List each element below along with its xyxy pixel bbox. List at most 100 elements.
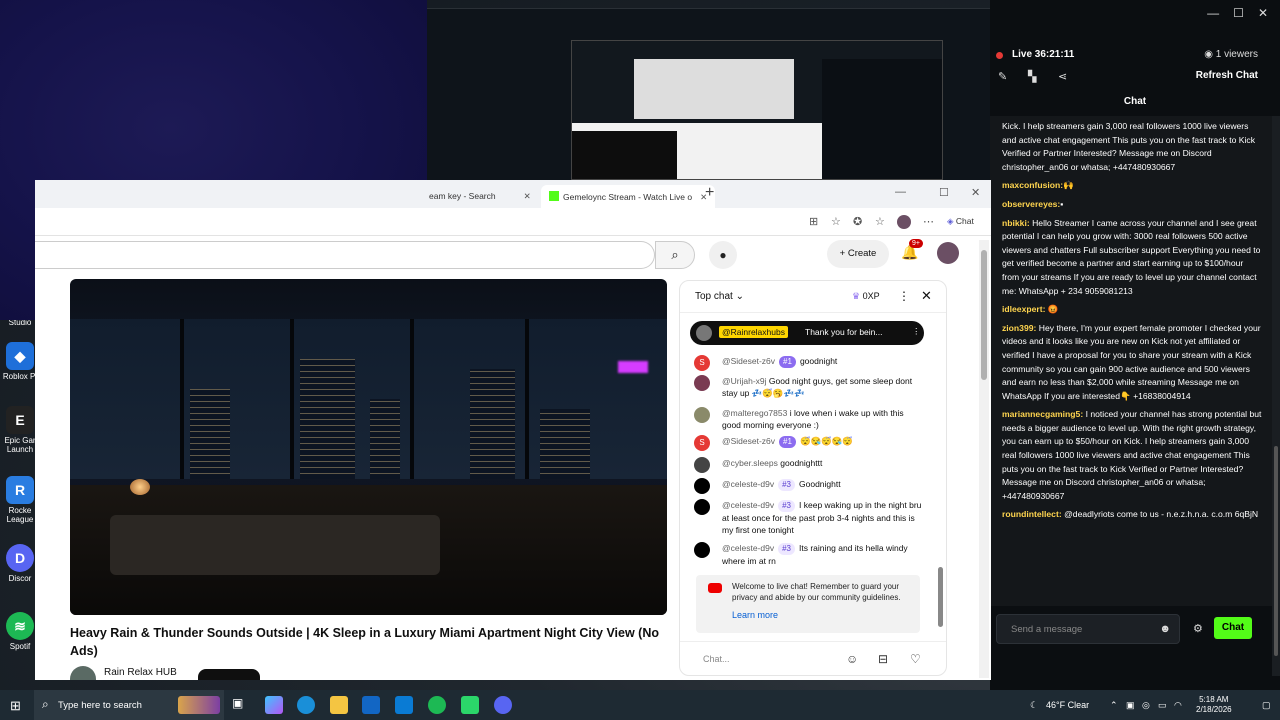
maximize-icon[interactable]: ☐	[939, 186, 949, 199]
new-tab-icon[interactable]: +	[705, 184, 714, 202]
news-widget-icon[interactable]	[178, 696, 220, 714]
gear-icon[interactable]: ⚙	[1193, 622, 1203, 635]
live-chat-username[interactable]: @cyber.sleeps	[722, 458, 778, 468]
avatar[interactable]: S	[694, 435, 710, 451]
favorite-icon[interactable]: ☆	[831, 215, 841, 228]
minimize-icon[interactable]: —	[1207, 6, 1219, 28]
outlook-icon[interactable]	[395, 696, 413, 714]
microphone-icon[interactable]: ●	[709, 241, 737, 269]
weather-text[interactable]: 46°F Clear	[1046, 700, 1089, 710]
kick-chat-username[interactable]: idleexpert:	[1002, 304, 1045, 314]
kick-chat-username[interactable]: roundintellect:	[1002, 509, 1062, 519]
close-tab-icon[interactable]: ✕	[524, 191, 531, 201]
close-icon[interactable]: ✕	[921, 288, 932, 304]
copy-icon[interactable]: ▚	[1028, 70, 1036, 83]
discord-icon[interactable]	[494, 696, 512, 714]
network-icon[interactable]: ◠	[1174, 700, 1182, 711]
live-chat-username[interactable]: @celeste-d9v	[722, 500, 774, 510]
task-view-icon[interactable]: ▣	[232, 696, 250, 714]
refresh-chat-button[interactable]: Refresh Chat	[1196, 70, 1258, 81]
learn-more-link[interactable]: Learn more	[732, 610, 778, 621]
live-chat-username[interactable]: @celeste-d9v	[722, 479, 774, 489]
tab-search[interactable]: eam key - Search ✕	[421, 185, 539, 208]
weather-icon[interactable]: ☾	[1030, 700, 1038, 711]
live-chat-username[interactable]: @Sideset-z6v	[722, 356, 775, 366]
copilot-button[interactable]: ◈ Chat	[947, 216, 974, 227]
avatar[interactable]	[694, 457, 710, 473]
desktop-icon-discord[interactable]: D Discor	[2, 544, 38, 583]
live-chat-username[interactable]: @malterego7853	[722, 408, 787, 418]
live-chat-text: 😴😪😴😪😴	[799, 436, 853, 446]
windows-start-icon[interactable]: ⊞	[10, 698, 21, 714]
avatar[interactable]	[694, 499, 710, 515]
tab-stream[interactable]: Gemeloync Stream - Watch Live o ✕	[541, 185, 716, 208]
reader-icon[interactable]: ⊞	[809, 215, 818, 228]
desktop-icon-spotify[interactable]: ≋ Spotif	[2, 612, 38, 651]
heart-icon[interactable]: ♡	[910, 652, 921, 666]
kick-chat-username[interactable]: mariannecgaming5:	[1002, 409, 1083, 419]
avatar[interactable]	[694, 478, 710, 494]
copilot-icon[interactable]	[265, 696, 283, 714]
subscribe-button[interactable]	[198, 669, 260, 680]
more-options-icon[interactable]: ⋮	[898, 289, 910, 303]
avatar[interactable]	[694, 407, 710, 423]
kick-chat-message: zion399: Hey there, I'm your expert fema…	[1002, 322, 1262, 404]
minimize-icon[interactable]: —	[895, 186, 906, 198]
kick-app-icon[interactable]	[461, 696, 479, 714]
edge-icon[interactable]	[297, 696, 315, 714]
edit-icon[interactable]: ✎	[998, 70, 1007, 83]
super-chat-icon[interactable]: ⊟	[878, 652, 888, 666]
avatar[interactable]	[937, 242, 959, 264]
share-icon[interactable]: ⋖	[1058, 70, 1067, 83]
live-chat-input[interactable]: Chat... ☺ ⊟ ♡	[680, 641, 946, 675]
more-icon[interactable]: ⋯	[923, 215, 934, 228]
emoji-icon[interactable]: ☺	[846, 652, 858, 666]
close-icon[interactable]: ✕	[971, 186, 980, 199]
avatar[interactable]	[694, 375, 710, 391]
kick-chat-scrollbar[interactable]	[1272, 116, 1280, 676]
search-icon[interactable]: ⌕	[655, 241, 695, 269]
desktop-icon-rocket-league[interactable]: R Rocke League	[2, 476, 38, 524]
send-message-input[interactable]: Send a message ☻	[996, 614, 1180, 644]
notification-center-icon[interactable]: ▢	[1262, 700, 1271, 711]
avatar[interactable]: S	[694, 355, 710, 371]
battery-icon[interactable]: ▭	[1158, 700, 1167, 711]
live-chat-scrollbar[interactable]	[936, 317, 944, 637]
youtube-search-input[interactable]	[35, 241, 655, 269]
live-chat-username[interactable]: @Sideset-z6v	[722, 436, 775, 446]
emoji-icon[interactable]: ☻	[1159, 623, 1171, 635]
maximize-icon[interactable]: ☐	[1233, 6, 1244, 28]
tray-app-icon[interactable]: ◎	[1142, 700, 1150, 711]
kick-chat-username[interactable]: zion399:	[1002, 323, 1036, 333]
desktop-icon-epic[interactable]: E Epic Gar Launch	[2, 406, 38, 454]
desktop-icon-roblox[interactable]: ◆ Roblox Pl	[2, 342, 38, 381]
top-chat-dropdown[interactable]: Top chat ⌄	[695, 291, 744, 302]
live-chat-username[interactable]: @celeste-d9v	[722, 543, 774, 553]
xp-badge[interactable]: ♛ 0XP	[852, 291, 880, 302]
store-icon[interactable]	[362, 696, 380, 714]
video-player[interactable]	[70, 279, 667, 615]
channel-avatar[interactable]	[70, 666, 96, 680]
channel-name[interactable]: Rain Relax HUB	[104, 667, 177, 678]
kick-chat-username[interactable]: maxconfusion:	[1002, 180, 1063, 190]
file-explorer-icon[interactable]	[330, 696, 348, 714]
system-clock[interactable]: 5:18 AM 2/18/2026	[1196, 695, 1232, 715]
avatar[interactable]	[694, 542, 710, 558]
rank-badge: #3	[778, 543, 796, 555]
chevron-up-icon[interactable]: ⌃	[1110, 700, 1118, 711]
kick-chat-username[interactable]: observereyes:	[1002, 199, 1060, 209]
extension-icon[interactable]: ✪	[853, 215, 862, 228]
youtube-live-chat: Top chat ⌄ ♛ 0XP ⋮ ✕ @Rainrelaxhubs Than…	[679, 280, 947, 676]
chat-send-button[interactable]: Chat	[1214, 617, 1252, 639]
live-chat-username[interactable]: @Urijah-x9j	[722, 376, 767, 386]
close-icon[interactable]: ✕	[1258, 6, 1268, 28]
create-button[interactable]: + Create	[827, 240, 889, 268]
page-scrollbar[interactable]	[979, 240, 989, 678]
spotify-icon[interactable]	[428, 696, 446, 714]
favorites-bar-icon[interactable]: ☆	[875, 215, 885, 228]
profile-avatar[interactable]	[897, 215, 911, 229]
pinned-message[interactable]: @Rainrelaxhubs Thank you for bein... ⋮	[690, 321, 924, 345]
more-options-icon[interactable]: ⋮	[912, 326, 921, 337]
tray-app-icon[interactable]: ▣	[1126, 700, 1135, 711]
kick-chat-username[interactable]: nbikki:	[1002, 218, 1030, 228]
